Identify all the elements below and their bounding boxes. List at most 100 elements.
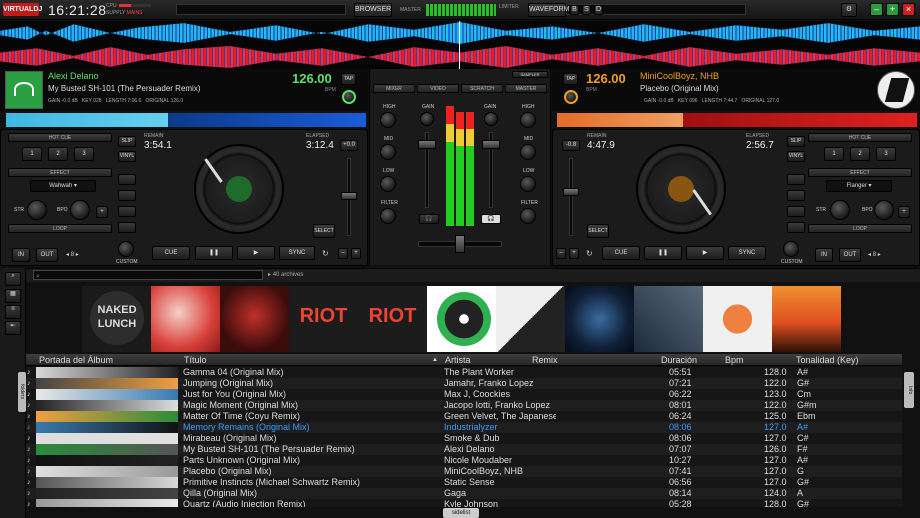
table-row[interactable]: ♪ My Busted SH-101 (The Persuader Remix) A…	[26, 444, 902, 455]
right-pitch-minus[interactable]: –	[556, 248, 566, 259]
mixer-tab[interactable]: MIXER	[373, 84, 415, 93]
left-hot-cue-3[interactable]: 3	[74, 147, 94, 161]
table-row[interactable]: ♪ Parts Unknown (Original Mix) Nicole Moud…	[26, 455, 902, 466]
left-pitch-plus[interactable]: +	[351, 248, 361, 259]
right-progress[interactable]	[566, 4, 746, 15]
table-row[interactable]: ♪ Matter Of Time (Coyu Remix) Green Velvet…	[26, 411, 902, 422]
table-row[interactable]: ♪ Primitive Instincts (Michael Schwartz R…	[26, 477, 902, 488]
table-row[interactable]: ♪ Mirabeau (Original Mix) Smoke & Dub 08:06…	[26, 433, 902, 444]
right-hot-cue-2[interactable]: 2	[850, 147, 870, 161]
right-filter-knob[interactable]	[520, 208, 536, 224]
right-cue-button[interactable]: CUE	[602, 246, 640, 260]
left-loop-size[interactable]: ◂ 8 ▸	[66, 251, 79, 258]
minimize-icon[interactable]: –	[870, 3, 883, 16]
right-gain-knob[interactable]	[484, 112, 498, 126]
left-deck-waveform[interactable]	[0, 22, 920, 44]
right-slip-button[interactable]: SLIP	[787, 136, 805, 147]
left-hot-cue-2[interactable]: 2	[48, 147, 68, 161]
rail-search-icon[interactable]: ⌕	[5, 272, 21, 286]
left-effect-knob-2[interactable]	[70, 200, 90, 220]
col-remix[interactable]: Remix	[532, 354, 558, 366]
right-hot-cue-3[interactable]: 3	[876, 147, 896, 161]
right-effect-knob-2[interactable]	[874, 200, 894, 220]
settings-gear-icon[interactable]: ⚙	[841, 3, 857, 17]
left-mode-button-1[interactable]	[118, 174, 136, 185]
left-effect-select[interactable]: Wahwah ▾	[30, 180, 96, 192]
left-select-button[interactable]: SELECT	[313, 224, 335, 238]
left-sync-button[interactable]: SYNC	[279, 246, 315, 260]
video-tab[interactable]: VIDEO	[417, 84, 459, 93]
table-row[interactable]: ♪ Placebo (Original Mix) MiniCoolBoyz, NHB…	[26, 466, 902, 477]
right-tap-button[interactable]: TAP	[563, 73, 578, 85]
left-gain-knob[interactable]	[420, 112, 434, 126]
album-cover-riot-ep-2[interactable]: RIOT	[358, 286, 427, 352]
col-key[interactable]: Tonalidad (Key)	[796, 354, 859, 366]
scrolling-waveforms[interactable]	[0, 21, 920, 69]
right-low-knob[interactable]	[520, 176, 536, 192]
table-row[interactable]: ♪ Memory Remains (Original Mix) Industrial…	[26, 422, 902, 433]
album-cover-riot-ep[interactable]: RIOT	[289, 286, 358, 352]
right-mini-waveform[interactable]	[557, 113, 917, 127]
right-volume-handle[interactable]	[482, 140, 500, 149]
right-deck-waveform[interactable]	[0, 46, 920, 68]
left-filter-knob[interactable]	[380, 208, 396, 224]
album-cover-dark-red[interactable]	[220, 286, 289, 352]
left-loop-out[interactable]: OUT	[36, 248, 58, 262]
left-play-button[interactable]: ▶	[237, 246, 275, 260]
left-slip-button[interactable]: SLIP	[118, 136, 136, 147]
right-loop-size[interactable]: ◂ 8 ▸	[868, 251, 881, 258]
right-high-knob[interactable]	[520, 112, 536, 128]
right-mode-button-4[interactable]	[787, 222, 805, 233]
table-row[interactable]: ♪ Qilla (Original Mix) Gaga 08:14 124.0 A	[26, 488, 902, 499]
maximize-icon[interactable]: +	[886, 3, 899, 16]
left-vinyl-button[interactable]: VINYL	[118, 151, 136, 162]
scratch-tab[interactable]: SCRATCH	[461, 84, 503, 93]
crossfader-handle[interactable]	[455, 235, 465, 253]
left-mid-knob[interactable]	[380, 144, 396, 160]
table-row[interactable]: ♪ Quartz (Audio Injection Remix) Kyle John…	[26, 499, 902, 507]
right-pitch-plus[interactable]: +	[569, 248, 579, 259]
left-low-knob[interactable]	[380, 176, 396, 192]
album-cover-orange-pattern[interactable]	[703, 286, 772, 352]
right-sync-button[interactable]: SYNC	[728, 246, 766, 260]
left-tempo-ring[interactable]	[342, 90, 356, 104]
right-effect-add[interactable]: +	[898, 206, 910, 218]
col-artist[interactable]: Artista	[445, 354, 471, 366]
folders-tab[interactable]: folders	[18, 372, 26, 412]
left-pitch-handle[interactable]	[341, 192, 357, 200]
rail-grid-icon[interactable]: ▦	[5, 289, 21, 303]
close-icon[interactable]: ×	[902, 3, 915, 16]
left-pause-button[interactable]: ❚❚	[195, 246, 233, 260]
right-pitch-handle[interactable]	[563, 188, 579, 196]
table-row[interactable]: ♪ Just for You (Original Mix) Max J, Coock…	[26, 389, 902, 400]
sidelist-toggle[interactable]: sidelist	[443, 508, 479, 518]
left-high-knob[interactable]	[380, 112, 396, 128]
right-jog-wheel[interactable]	[636, 144, 726, 234]
col-bpm[interactable]: Bpm	[725, 354, 744, 366]
left-mode-button-3[interactable]	[118, 206, 136, 217]
right-effect-select[interactable]: Flanger ▾	[826, 180, 892, 192]
d-button[interactable]: D	[594, 5, 603, 15]
album-cover-dark-blue-space[interactable]	[565, 286, 634, 352]
left-progress[interactable]	[176, 4, 346, 15]
browser-button[interactable]: BROWSER	[354, 3, 392, 17]
right-pitch-reset-icon[interactable]: ↻	[586, 249, 593, 258]
right-loop-out[interactable]: OUT	[839, 248, 861, 262]
waveform-button[interactable]: WAVEFORM	[528, 3, 569, 17]
left-mini-waveform[interactable]	[6, 113, 366, 127]
album-cover-naked-lunch[interactable]: NAKED LUNCH	[82, 286, 151, 352]
info-tab[interactable]: Info	[904, 372, 914, 408]
search-input[interactable]: ⌕	[33, 270, 263, 280]
album-cover-red-texture[interactable]	[151, 286, 220, 352]
right-select-button[interactable]: SELECT	[587, 224, 609, 238]
right-hot-cue-1[interactable]: 1	[824, 147, 844, 161]
s-button[interactable]: S	[582, 5, 591, 15]
right-headphone-icon[interactable]: 🎧	[481, 214, 501, 224]
right-pitch-fader[interactable]	[569, 158, 573, 236]
album-cover-green-vinyl[interactable]	[427, 286, 496, 352]
left-volume-handle[interactable]	[418, 140, 436, 149]
right-mode-button-3[interactable]	[787, 206, 805, 217]
master-tab[interactable]: MASTER	[505, 84, 547, 93]
rail-list-icon[interactable]: ≡	[5, 305, 21, 319]
album-cover-bryan-chapman[interactable]	[496, 286, 565, 352]
